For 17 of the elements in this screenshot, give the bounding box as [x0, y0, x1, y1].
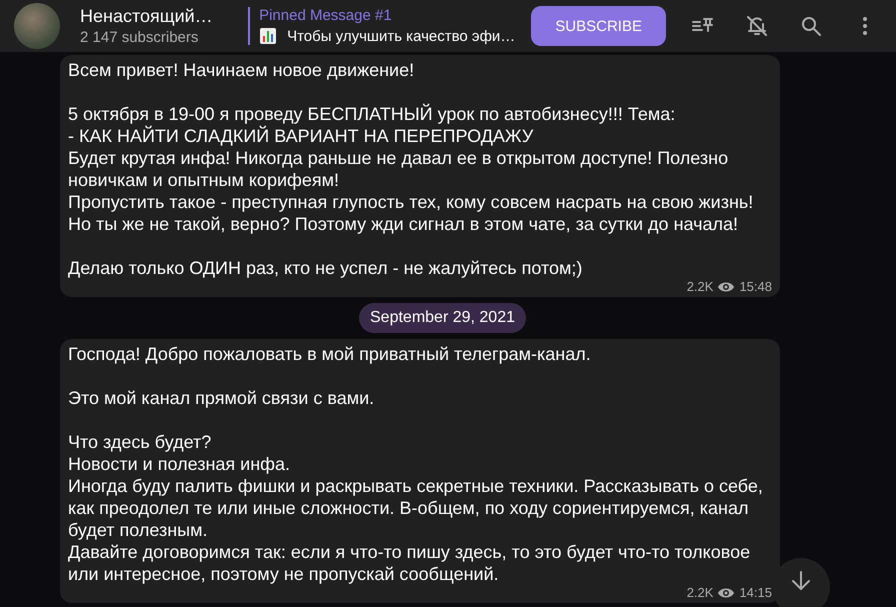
message-text: Господа! Добро пожаловать в мой приватный телеграм-канал. Это мой канал прямой связи с вами. Что здесь будет? Новости и полезная инфа. Иногда буду палить фишки и раскрывать секретные техники. Рассказывать о себе, как преодолел те или иные сложности. В-общем, по ходу сориентируемся, канал будет полезным. Давайте договоримся так: если я что-то пишу здесь, то это будет что-то толковое или интересное, поэтому не пропускай сообщений. — [68, 343, 764, 585]
message-time: 15:48 — [739, 279, 772, 294]
eye-icon — [718, 280, 734, 292]
avatar[interactable] — [14, 3, 60, 49]
eye-icon — [718, 586, 734, 598]
message-text: Всем привет! Начинаем новое движение! 5 октября в 19-00 я проведу БЕСПЛАТНЫЙ урок по автобизнесу!!! Тема: - КАК НАЙТИ СЛАДКИЙ ВАРИАНТ НА ПЕРЕПРОДАЖУ Будет крутая инфа! Никогда раньше не давал ее в открытом доступе! Полезно новичкам и опытным корифеям! Пропустить такое - преступная глупость тех, кому совсем насрать на свою жизнь! Но ты же не такой, верно? Поэтому жди сигнал в этом чате, за сутки до начала! Делаю только ОДИН раз, кто не успел - не жалуйтесь потом;) — [68, 59, 754, 279]
subscribe-button[interactable]: SUBSCRIBE — [531, 6, 666, 46]
pinned-title[interactable]: Pinned Message #1 — [259, 7, 516, 24]
subscriber-count: 2 147 subscribers — [80, 29, 200, 46]
view-count: 2.2K — [686, 279, 714, 294]
view-count: 2.2K — [686, 585, 714, 600]
pinned-preview[interactable]: Чтобы улучшить качество эфи… — [287, 28, 516, 44]
date-separator: September 29, 2021 — [359, 303, 526, 333]
message-time: 14:15 — [739, 585, 772, 600]
bar-chart-icon — [259, 27, 278, 45]
channel-name: Ненастоящий… — [80, 6, 214, 27]
arrow-down-icon — [790, 570, 812, 592]
